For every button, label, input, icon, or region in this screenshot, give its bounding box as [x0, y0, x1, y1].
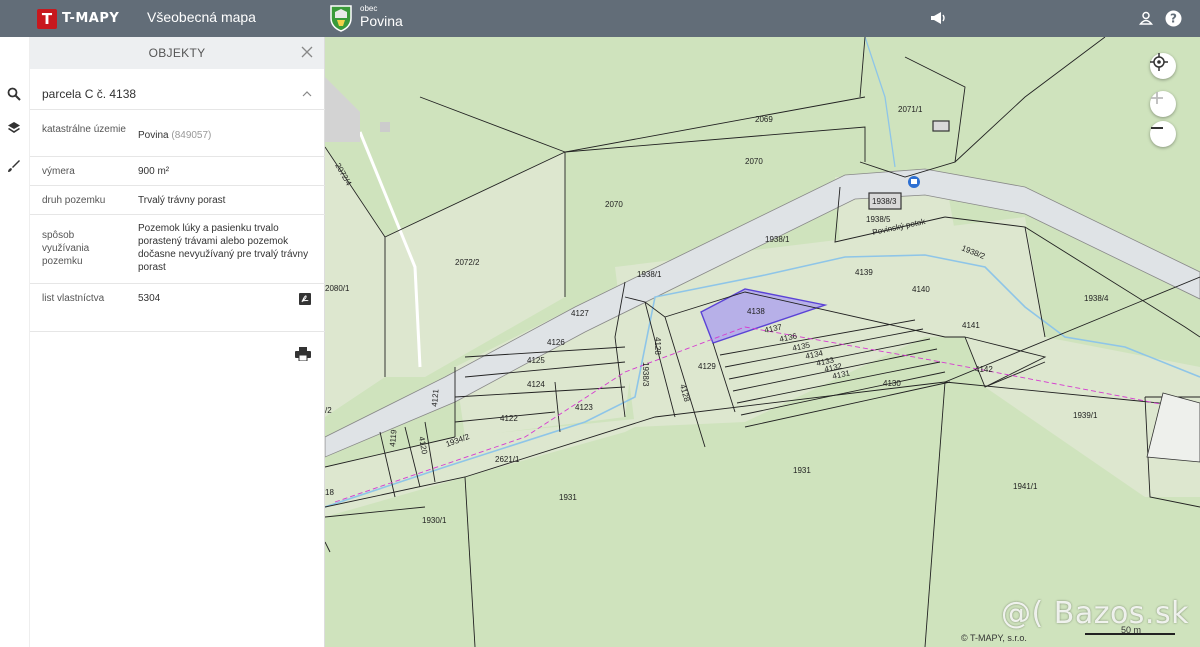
divider [30, 185, 325, 186]
municipality-info[interactable]: obec Povina [360, 4, 403, 29]
divider [30, 214, 325, 215]
row-value-cadastral-area: Povina (849057) [138, 129, 316, 142]
row-label-cadastral-area: katastrálne územie [42, 124, 126, 135]
sidebar-rail [0, 37, 30, 647]
parcel-label: 1938/4 [1084, 294, 1109, 303]
panel-title: OBJEKTY [148, 46, 206, 60]
svg-text:?: ? [1170, 11, 1177, 25]
parcel-label: 4122 [500, 414, 518, 423]
parcel-label: 4138 [747, 307, 765, 316]
building [932, 120, 950, 132]
parcel-label: 4142 [975, 365, 993, 374]
bus-stop-icon-glyph [911, 179, 917, 184]
parcel-label: 2070 [605, 200, 623, 209]
app-title[interactable]: Všeobecná mapa [147, 9, 256, 25]
cadastral-area-code: (849057) [171, 130, 212, 141]
parcel-label: 1941/1 [1013, 482, 1038, 491]
print-icon[interactable] [295, 347, 311, 361]
minus-icon [1151, 127, 1163, 129]
parcel-label: 2070 [745, 157, 763, 166]
layers-icon[interactable] [5, 119, 23, 137]
parcel-label: 1938/3 [641, 362, 650, 387]
parcel-label: 4124 [527, 380, 545, 389]
row-value-land-use: Pozemok lúky a pasienku trvalo porastený… [138, 223, 309, 273]
megaphone-icon[interactable] [929, 9, 947, 27]
plus-icon [1151, 92, 1163, 104]
parcel-label: 4129 [698, 362, 716, 371]
parcel-label: 1938/1 [637, 270, 662, 279]
help-icon[interactable]: ? [1164, 9, 1182, 27]
parcel-label: 4128 [653, 337, 662, 355]
municipality-name: Povina [360, 13, 403, 29]
chevron-up-icon[interactable] [302, 89, 312, 99]
row-value-area: 900 m² [138, 166, 170, 177]
objects-panel: OBJEKTY parcela C č. 4138 katastrálne úz… [30, 37, 325, 647]
parcel-label: 4125 [527, 356, 545, 365]
building [380, 122, 390, 132]
top-bar: T T-MAPY Všeobecná mapa obec Povina ? [0, 0, 1200, 37]
municipality-label: obec [360, 4, 378, 13]
divider [30, 109, 325, 110]
brand-logo[interactable]: T T-MAPY [37, 8, 119, 29]
row-value-land-type: Trvalý trávny porast [138, 195, 226, 206]
close-icon[interactable] [300, 45, 314, 59]
row-label-ownership-sheet: list vlastníctva [42, 293, 105, 304]
parcel-label: 4121 [430, 388, 441, 407]
parcel-label: 1939/1 [1073, 411, 1098, 420]
search-icon[interactable] [5, 85, 23, 103]
copyright: © T-MAPY, s.r.o. [961, 633, 1027, 643]
locate-button[interactable] [1150, 53, 1176, 79]
parcel-label: 4139 [855, 268, 873, 277]
parcel-label: 18 [325, 488, 334, 497]
parcel-label: 1930/1 [422, 516, 447, 525]
parcel-label: 1931 [793, 466, 811, 475]
parcel-label: 2071/1 [898, 105, 923, 114]
row-label-area: výmera [42, 166, 75, 177]
zoom-in-button[interactable] [1150, 91, 1176, 117]
scale-label: 50 m [1121, 625, 1142, 635]
map-canvas[interactable]: 2069 2070 2070 2071/1 2072/2 2072/4 1938… [325, 37, 1200, 647]
parcel-label: 2072/2 [455, 258, 480, 267]
brush-icon[interactable] [5, 157, 23, 175]
row-label-land-type: druh pozemku [42, 195, 106, 206]
parcel-label: 2621/1 [495, 455, 520, 464]
parcel-label: 2069 [755, 115, 773, 124]
pdf-icon[interactable] [298, 292, 312, 306]
parcel-label: 4126 [547, 338, 565, 347]
cadastral-map[interactable]: 2069 2070 2070 2071/1 2072/2 2072/4 1938… [325, 37, 1200, 647]
parcel-label: 4130 [883, 379, 901, 388]
zoom-out-button[interactable] [1150, 121, 1176, 147]
parcel-label: 1938/3 [872, 197, 897, 206]
parcel-label: 4119 [388, 429, 399, 447]
municipality-crest-icon [330, 5, 352, 32]
divider [30, 283, 325, 284]
tmapy-logo-icon: T [37, 8, 57, 29]
parcel-label: 1938/1 [765, 235, 790, 244]
parcel-label: 1938/5 [866, 215, 891, 224]
parcel-title[interactable]: parcela C č. 4138 [42, 87, 136, 101]
parcel-label: 4140 [912, 285, 930, 294]
parcel-label: 1931 [559, 493, 577, 502]
brand-name: T-MAPY [62, 11, 120, 26]
divider [30, 156, 325, 157]
panel-header: OBJEKTY [30, 37, 324, 69]
crosshair-icon [1150, 53, 1168, 71]
row-label-land-use: spôsob využívania pozemku [42, 230, 90, 267]
divider [30, 331, 325, 332]
user-icon[interactable] [1137, 9, 1155, 27]
parcel-label: 4123 [575, 403, 593, 412]
parcel-label: /2 [325, 406, 332, 415]
row-value-ownership-sheet: 5304 [138, 293, 161, 304]
watermark: @( Bazos.sk [1001, 596, 1189, 631]
parcel-label: 4141 [962, 321, 980, 330]
parcel-label: 4127 [571, 309, 589, 318]
parcel-label: 2080/1 [325, 284, 350, 293]
cadastral-area-name: Povina [138, 130, 169, 141]
